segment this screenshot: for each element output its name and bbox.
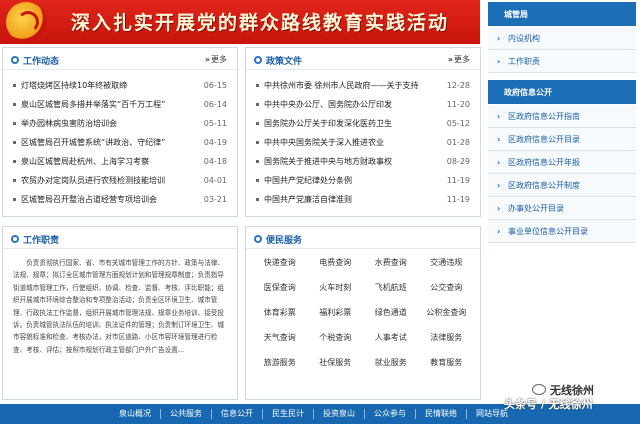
service-link[interactable]: 电费查询 (308, 255, 364, 271)
service-link[interactable]: 福利彩票 (308, 305, 364, 321)
services-header: 便民服务 (246, 227, 480, 249)
service-link[interactable]: 公积金查询 (419, 305, 475, 321)
sidebar-item-institution-catalog[interactable]: 事业单位信息公开目录 (488, 220, 636, 243)
service-link[interactable]: 体育彩票 (252, 305, 308, 321)
section-bullet-icon (254, 56, 262, 64)
footer-link[interactable]: 民生民计 (262, 409, 313, 419)
list-item[interactable]: 泉山区城管局多措并举落实“百千万工程” 06-14 (13, 95, 227, 114)
section-bullet-icon (254, 235, 262, 243)
footer-link[interactable]: 投资泉山 (313, 409, 364, 419)
double-chevron-icon: » (447, 55, 453, 64)
list-item[interactable]: 中共中央办公厅、国务院办公厅印发 11-20 (256, 95, 470, 114)
services-panel: 便民服务 快递查询 电费查询 水费查询 交通违规 医保查询 火车时刻 飞机航班 … (245, 226, 481, 400)
duty-header: 工作职责 (3, 227, 237, 249)
policy-list: 中共徐州市委 徐州市人民政府——关于支持 12-28 中共中央办公厅、国务院办公厅… (246, 70, 480, 209)
duty-panel: 工作职责 负责贯彻执行国家、省、市有关城市管理工作的方针、政策与法律、法规、规章… (2, 226, 238, 400)
policy-panel: 政策文件 »更多 中共徐州市委 徐州市人民政府——关于支持 12-28 中共中央办… (245, 47, 481, 217)
sidebar-info-list: 区政府信息公开指南 区政府信息公开目录 区政府信息公开年报 区政府信息公开制度 … (488, 105, 636, 243)
footer-link[interactable]: 公众参与 (364, 409, 415, 419)
sidebar-item-catalog[interactable]: 区政府信息公开目录 (488, 128, 636, 151)
service-link[interactable]: 人事考试 (363, 330, 419, 346)
list-item[interactable]: 中共中央国务院关于深入推进农业 01-28 (256, 133, 470, 152)
party-emblem-icon (6, 2, 46, 42)
list-item[interactable]: 举办园林病虫害防治培训会 05-11 (13, 114, 227, 133)
banner: 深入扎实开展党的群众路线教育实践活动 (0, 0, 480, 44)
footer-link[interactable]: 民情联络 (415, 409, 466, 419)
service-link[interactable]: 旅游服务 (252, 355, 308, 371)
list-item[interactable]: 区城管局召开城管系统“讲政治、守纪律” 04-19 (13, 133, 227, 152)
section-bullet-icon (11, 235, 19, 243)
footer-nav: 泉山概况 公共服务 信息公开 民生民计 投资泉山 公众参与 民情联络 网站导航 (110, 404, 517, 424)
wechat-icon (532, 384, 546, 395)
work-news-title: 工作动态 (23, 57, 60, 67)
list-item[interactable]: 中共徐州市委 徐州市人民政府——关于支持 12-28 (256, 76, 470, 95)
services-title: 便民服务 (266, 236, 303, 246)
sidebar-bureau-list: 内设机构 工作职责 (488, 27, 636, 73)
sidebar-bureau-header: 城管局 (488, 2, 636, 26)
service-link[interactable]: 火车时刻 (308, 280, 364, 296)
service-link[interactable]: 水费查询 (363, 255, 419, 271)
sidebar-item-annual-report[interactable]: 区政府信息公开年报 (488, 151, 636, 174)
sidebar-item-office-catalog[interactable]: 办事处公开目录 (488, 197, 636, 220)
banner-title: 深入扎实开展党的群众路线教育实践活动 (70, 12, 449, 34)
service-link[interactable]: 快递查询 (252, 255, 308, 271)
list-item[interactable]: 国务院办公厅关于印发深化医药卫生 05-12 (256, 114, 470, 133)
sidebar-item-guide[interactable]: 区政府信息公开指南 (488, 105, 636, 128)
service-link[interactable]: 个税查询 (308, 330, 364, 346)
footer-link[interactable]: 泉山概况 (110, 409, 160, 419)
list-item[interactable]: 区城管局召开整治占道经营专项培训会 03-21 (13, 190, 227, 209)
work-news-list: 灯塔烧烤区持续10年终被取缔 06-15 泉山区城管局多措并举落实“百千万工程” 0… (3, 70, 237, 209)
service-link[interactable]: 天气查询 (252, 330, 308, 346)
sidebar-item-departments[interactable]: 内设机构 (488, 27, 636, 50)
list-item[interactable]: 中国共产党廉洁自律准则 11-19 (256, 190, 470, 209)
service-link[interactable]: 就业服务 (363, 355, 419, 371)
service-link[interactable]: 医保查询 (252, 280, 308, 296)
work-news-panel: 工作动态 »更多 灯塔烧烤区持续10年终被取缔 06-15 泉山区城管局多措并举落… (2, 47, 238, 217)
service-link[interactable]: 绿色通道 (363, 305, 419, 321)
service-link[interactable]: 社保服务 (308, 355, 364, 371)
footer-link[interactable]: 公共服务 (160, 409, 211, 419)
duty-title: 工作职责 (23, 236, 60, 246)
section-bullet-icon (11, 56, 19, 64)
work-news-more-link[interactable]: »更多 (205, 54, 227, 65)
sidebar-item-system[interactable]: 区政府信息公开制度 (488, 174, 636, 197)
sidebar-item-duties[interactable]: 工作职责 (488, 50, 636, 73)
service-link[interactable]: 飞机航班 (363, 280, 419, 296)
list-item[interactable]: 国务院关于推进中央与地方财政事权 08-29 (256, 152, 470, 171)
service-link[interactable]: 公交查询 (419, 280, 475, 296)
watermark: 无线徐州 头条号 / 无线徐州 (504, 382, 640, 416)
policy-more-link[interactable]: »更多 (448, 54, 470, 65)
service-link[interactable]: 交通违规 (419, 255, 475, 271)
work-news-header: 工作动态 »更多 (3, 48, 237, 70)
watermark-line2: 头条号 / 无线徐州 (504, 398, 593, 411)
list-item[interactable]: 泉山区城管局赴杭州、上海学习考察 04-18 (13, 152, 227, 171)
footer-link[interactable]: 信息公开 (211, 409, 262, 419)
policy-header: 政策文件 »更多 (246, 48, 480, 70)
list-item[interactable]: 灯塔烧烤区持续10年终被取缔 06-15 (13, 76, 227, 95)
service-link[interactable]: 法律服务 (419, 330, 475, 346)
list-item[interactable]: 农贸办对定岗队员进行农残检测技能培训 04-01 (13, 171, 227, 190)
policy-title: 政策文件 (266, 57, 303, 67)
service-link[interactable]: 教育服务 (419, 355, 475, 371)
list-item[interactable]: 中国共产党纪律处分条例 11-19 (256, 171, 470, 190)
duty-text: 负责贯彻执行国家、省、市有关城市管理工作的方针、政策与法律、法规、规章；拟订全区… (13, 259, 224, 354)
double-chevron-icon: » (204, 55, 210, 64)
sidebar-info-header: 政府信息公开 (488, 80, 636, 104)
services-grid: 快递查询 电费查询 水费查询 交通违规 医保查询 火车时刻 飞机航班 公交查询 … (246, 249, 480, 371)
